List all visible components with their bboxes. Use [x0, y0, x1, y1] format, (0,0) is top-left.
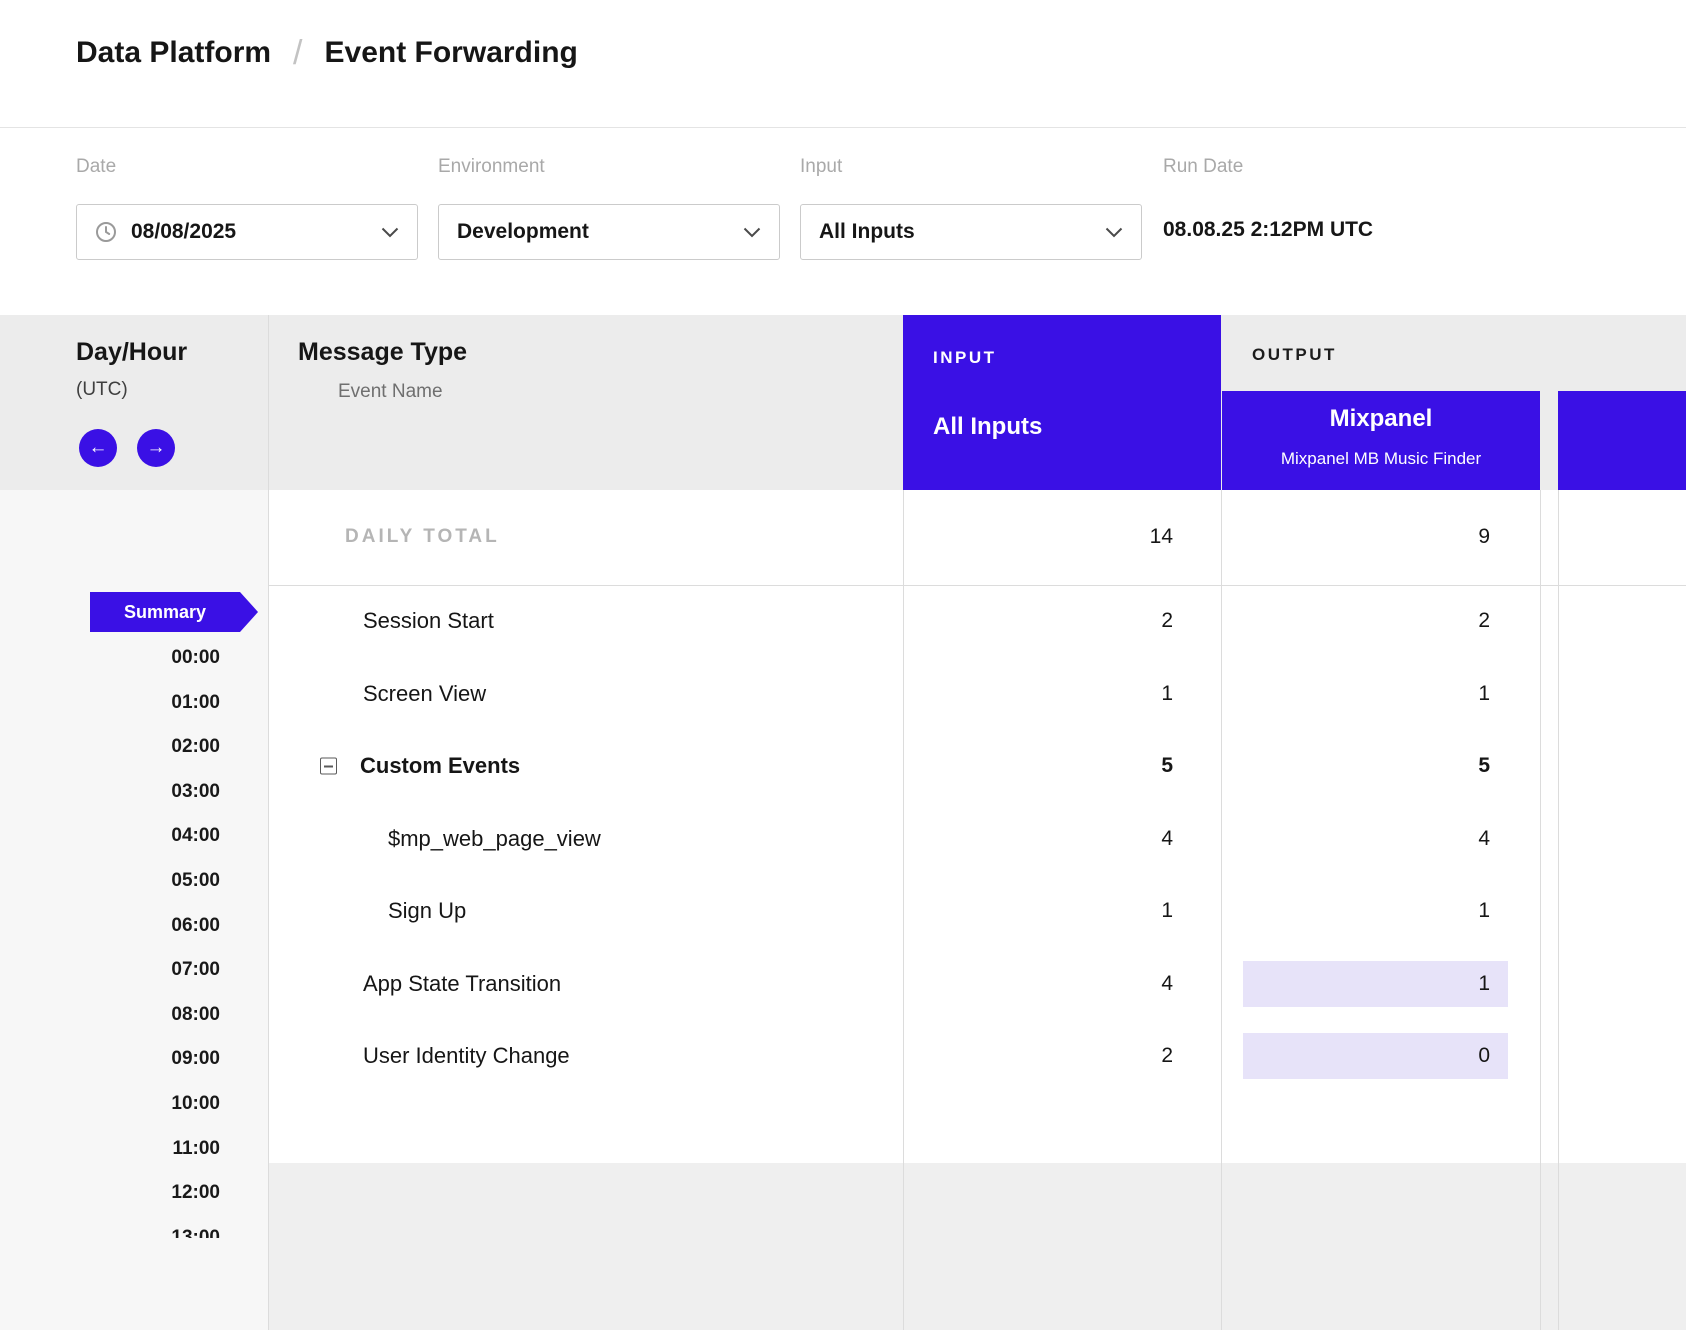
event-row-label: Session Start	[363, 608, 494, 634]
table-row-custom-events: Custom Events 5 5	[268, 730, 1686, 803]
input-column-header[interactable]: INPUT All Inputs	[903, 315, 1221, 490]
breadcrumb-separator: /	[293, 36, 302, 70]
hour-label[interactable]: 10:00	[0, 1082, 220, 1127]
output-count-cell: 1	[1243, 888, 1508, 934]
table-row: Screen View 1 1	[268, 658, 1686, 731]
hour-list: 00:00 01:00 02:00 03:00 04:00 05:00 06:0…	[0, 636, 220, 1238]
table-row: Session Start 2 2	[268, 585, 1686, 658]
event-row-label: $mp_web_page_view	[388, 826, 601, 852]
chevron-down-icon	[381, 227, 399, 238]
filter-bar: Date 08/08/2025 Environment Development …	[0, 129, 1686, 315]
environment-value: Development	[457, 220, 589, 244]
table-row: Sign Up 1 1	[268, 875, 1686, 948]
environment-dropdown[interactable]: Development	[438, 204, 780, 260]
input-count-cell: 2	[903, 1033, 1173, 1079]
event-row-label: Screen View	[363, 681, 486, 707]
day-hour-title: Day/Hour	[76, 338, 187, 367]
event-forwarding-page: Data Platform / Event Forwarding Date 08…	[0, 0, 1686, 1330]
daily-total-row: DAILY TOTAL 14 9	[268, 490, 1686, 585]
run-date-label: Run Date	[1163, 156, 1243, 178]
input-count-cell: 2	[903, 598, 1173, 644]
hour-label[interactable]: 13:00	[0, 1216, 220, 1238]
event-rows: Session Start 2 2 Screen View 1 1 Custom…	[268, 585, 1686, 1093]
page-title: Event Forwarding	[325, 36, 578, 70]
previous-day-button[interactable]: ←	[79, 429, 117, 467]
hour-label[interactable]: 07:00	[0, 948, 220, 993]
message-type-title: Message Type	[298, 338, 467, 367]
hour-label[interactable]: 06:00	[0, 904, 220, 949]
output-column-header-partial[interactable]	[1558, 391, 1686, 490]
output-count-cell: 2	[1243, 598, 1508, 644]
date-value: 08/08/2025	[131, 220, 236, 244]
input-count-cell: 4	[903, 816, 1173, 862]
arrow-right-icon: →	[147, 437, 166, 459]
table-row: App State Transition 4 1	[268, 948, 1686, 1021]
hour-label[interactable]: 11:00	[0, 1127, 220, 1172]
output-count-cell: 5	[1243, 743, 1508, 789]
chevron-down-icon	[743, 227, 761, 238]
date-filter-label: Date	[76, 156, 116, 178]
chevron-down-icon	[1105, 227, 1123, 238]
hour-label[interactable]: 00:00	[0, 636, 220, 681]
collapse-icon[interactable]	[320, 758, 337, 775]
table-row: User Identity Change 2 0	[268, 1020, 1686, 1093]
event-row-label: App State Transition	[363, 971, 561, 997]
hour-label[interactable]: 01:00	[0, 681, 220, 726]
input-selection-label: All Inputs	[933, 413, 1042, 441]
output-name: Mixpanel	[1222, 405, 1540, 433]
breadcrumb-section[interactable]: Data Platform	[76, 36, 271, 70]
hour-label[interactable]: 04:00	[0, 814, 220, 859]
hour-label[interactable]: 03:00	[0, 770, 220, 815]
hour-label[interactable]: 12:00	[0, 1171, 220, 1216]
summary-selector[interactable]: Summary	[90, 592, 240, 632]
input-count-cell: 1	[903, 888, 1173, 934]
input-dropdown[interactable]: All Inputs	[800, 204, 1142, 260]
date-dropdown[interactable]: 08/08/2025	[76, 204, 418, 260]
output-header-label: OUTPUT	[1252, 345, 1337, 365]
clock-icon	[95, 221, 117, 243]
input-value: All Inputs	[819, 220, 915, 244]
output-count-cell-highlighted: 1	[1243, 961, 1508, 1007]
event-row-label: Custom Events	[360, 753, 520, 779]
daily-total-input-value: 14	[903, 514, 1173, 560]
hour-label[interactable]: 05:00	[0, 859, 220, 904]
output-column-header-mixpanel[interactable]: Mixpanel Mixpanel MB Music Finder	[1222, 391, 1540, 490]
input-filter-label: Input	[800, 156, 842, 178]
input-count-cell: 4	[903, 961, 1173, 1007]
hour-label[interactable]: 09:00	[0, 1037, 220, 1082]
hour-label[interactable]: 02:00	[0, 725, 220, 770]
day-hour-subtitle: (UTC)	[76, 379, 128, 401]
output-count-cell: 1	[1243, 671, 1508, 717]
table-row: $mp_web_page_view 4 4	[268, 803, 1686, 876]
breadcrumb: Data Platform / Event Forwarding	[76, 36, 578, 70]
arrow-left-icon: ←	[89, 437, 108, 459]
input-count-cell: 5	[903, 743, 1173, 789]
hour-label[interactable]: 08:00	[0, 993, 220, 1038]
output-count-cell-highlighted: 0	[1243, 1033, 1508, 1079]
event-name-subtitle: Event Name	[338, 381, 443, 403]
daily-total-output-value: 9	[1243, 514, 1508, 560]
output-subtitle: Mixpanel MB Music Finder	[1222, 449, 1540, 469]
input-header-label: INPUT	[933, 348, 997, 368]
grid-bottom-band	[268, 1163, 1686, 1330]
run-date-value: 08.08.25 2:12PM UTC	[1163, 218, 1373, 242]
event-row-label: User Identity Change	[363, 1043, 570, 1069]
next-day-button[interactable]: →	[137, 429, 175, 467]
grid-header: Day/Hour (UTC) ← → Message Type Event Na…	[0, 315, 1686, 490]
input-count-cell: 1	[903, 671, 1173, 717]
top-bar: Data Platform / Event Forwarding	[0, 0, 1686, 128]
daily-total-label: DAILY TOTAL	[345, 526, 500, 548]
environment-filter-label: Environment	[438, 156, 545, 178]
event-row-label: Sign Up	[388, 898, 466, 924]
output-count-cell: 4	[1243, 816, 1508, 862]
